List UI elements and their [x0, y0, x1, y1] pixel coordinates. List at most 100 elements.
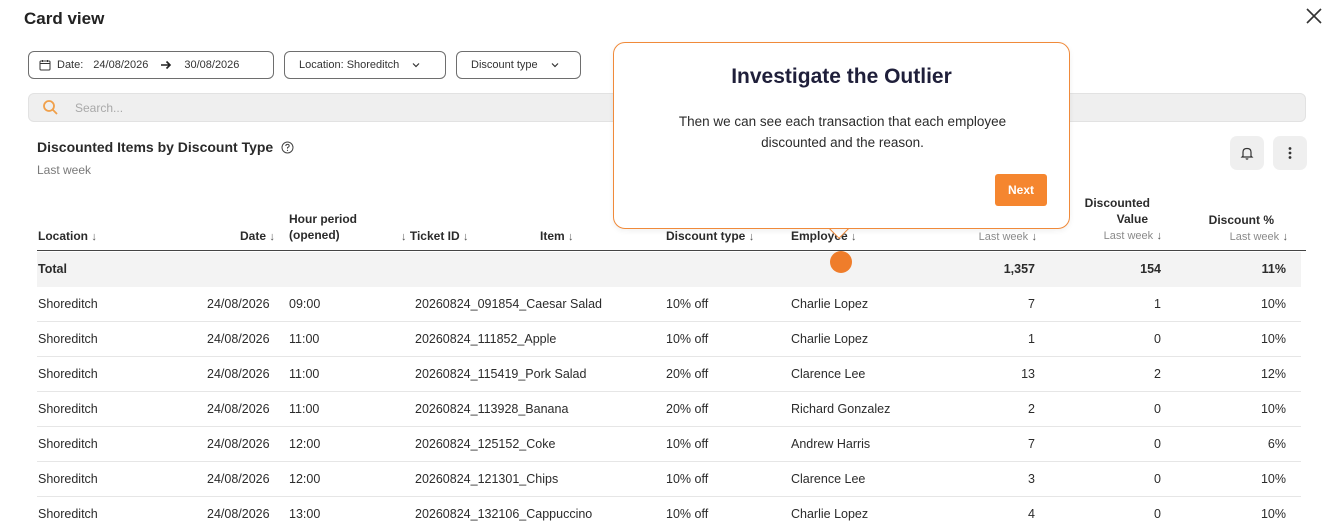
column-date-label: Date: [240, 229, 267, 243]
cell-date: 24/08/2026: [207, 297, 270, 311]
notification-button[interactable]: [1230, 136, 1264, 170]
discount-type-filter[interactable]: Discount type: [456, 51, 581, 79]
column-hour-period[interactable]: Hour period (opened): [289, 211, 357, 243]
table-row[interactable]: Shoreditch 24/08/2026 13:00 20260824_132106…: [37, 497, 1301, 522]
cell-employee: Andrew Harris: [791, 437, 871, 451]
cell-location: Shoreditch: [38, 402, 98, 416]
total-row: Total 1,357 154 11%: [37, 252, 1301, 287]
cell-pct: 10%: [1260, 332, 1286, 346]
cell-ticket-item: 20260824_132106_Cappuccino: [415, 507, 593, 521]
table-row[interactable]: Shoreditch 24/08/2026 12:00 20260824_121301…: [37, 462, 1301, 497]
location-filter[interactable]: Location: Shoreditch: [284, 51, 446, 79]
sort-arrow-icon: ↓: [91, 231, 97, 243]
cell-qty: 3: [1028, 472, 1035, 486]
cell-pct: 10%: [1260, 507, 1286, 521]
table-row[interactable]: Shoreditch 24/08/2026 11:00 20260824_111852…: [37, 322, 1301, 357]
cell-location: Shoreditch: [38, 297, 98, 311]
cell-discount: 10% off: [666, 472, 709, 486]
help-circle-icon[interactable]: [281, 141, 294, 154]
sort-arrow-icon: ↓: [748, 231, 755, 243]
cell-hour: 09:00: [289, 297, 321, 311]
column-item[interactable]: Item ↓: [540, 228, 574, 245]
cell-hour: 11:00: [289, 367, 320, 381]
date-filter[interactable]: Date: 24/08/2026 30/08/2026: [28, 51, 274, 79]
cell-employee: Clarence Lee: [791, 472, 866, 486]
more-options-button[interactable]: [1273, 136, 1307, 170]
tooltip-title: Investigate the Outlier: [731, 65, 952, 88]
cell-qty: 2: [1028, 402, 1035, 416]
column-hour-label-2: (opened): [289, 228, 340, 242]
table-row[interactable]: Shoreditch 24/08/2026 12:00 20260824_125152…: [37, 427, 1301, 462]
cell-value: 0: [1154, 472, 1161, 486]
header-divider: [37, 250, 1306, 251]
column-ticket-id[interactable]: ↓ Ticket ID ↓: [401, 228, 469, 245]
location-filter-label: Location: Shoreditch: [299, 59, 400, 71]
cell-date: 24/08/2026: [207, 472, 270, 486]
sort-arrow-icon: ↓: [463, 231, 469, 243]
cell-location: Shoreditch: [38, 332, 98, 346]
cell-value: 0: [1154, 332, 1161, 346]
column-date[interactable]: Date ↓: [240, 228, 275, 245]
date-to: 30/08/2026: [184, 59, 240, 71]
table-row[interactable]: Shoreditch 24/08/2026 11:00 20260824_113928…: [37, 392, 1301, 427]
card-title: Discounted Items by Discount Type: [37, 139, 274, 155]
tooltip-body: Then we can see each transaction that ea…: [678, 114, 1007, 150]
cell-ticket-item: 20260824_113928_Banana: [415, 402, 569, 416]
sort-arrow-icon: ↓: [1156, 230, 1163, 242]
cell-qty: 4: [1028, 507, 1035, 521]
cell-hour: 12:00: [289, 437, 321, 451]
sort-arrow-icon: ↓: [851, 231, 857, 243]
cell-employee: Clarence Lee: [791, 367, 866, 381]
sort-arrow-icon: ↓: [1282, 231, 1289, 243]
cell-employee: Charlie Lopez: [791, 297, 869, 311]
cell-location: Shoreditch: [38, 367, 98, 381]
cell-discount: 20% off: [666, 402, 709, 416]
column-pct-sub: Last week: [1229, 231, 1280, 243]
column-item-label: Item: [540, 229, 565, 243]
close-icon[interactable]: [1304, 6, 1324, 26]
onboarding-tooltip: Investigate the Outlier Then we can see …: [613, 42, 1070, 229]
column-pct-label: Discount %: [1208, 213, 1274, 227]
cell-value: 2: [1154, 367, 1161, 381]
cell-location: Shoreditch: [38, 437, 98, 451]
cell-hour: 11:00: [289, 402, 320, 416]
column-ticket-label: Ticket ID: [409, 229, 460, 243]
column-discount-type[interactable]: Discount type ↓: [666, 228, 754, 245]
cell-value: 0: [1154, 437, 1161, 451]
total-pct: 11%: [1261, 262, 1286, 276]
cell-employee: Richard Gonzalez: [791, 402, 891, 416]
cell-hour: 12:00: [289, 472, 321, 486]
chevron-down-icon: [551, 63, 559, 68]
arrow-right-icon: [161, 60, 172, 70]
cell-ticket-item: 20260824_111852_Apple: [415, 332, 557, 346]
column-qty[interactable]: Last week ↓: [950, 228, 1037, 245]
sort-arrow-icon: ↓: [269, 231, 275, 243]
cell-hour: 13:00: [289, 507, 321, 521]
table-row[interactable]: Shoreditch 24/08/2026 11:00 20260824_115419…: [37, 357, 1301, 392]
column-discount-pct[interactable]: Discount % Last week ↓: [1180, 212, 1288, 245]
card-subtitle: Last week: [37, 163, 92, 177]
cell-hour: 11:00: [289, 332, 320, 346]
column-location[interactable]: Location ↓: [38, 228, 97, 245]
card-title-wrap: Discounted Items by Discount Type: [37, 139, 294, 155]
page-title: Card view: [24, 9, 105, 28]
cell-ticket-item: 20260824_121301_Chips: [415, 472, 559, 486]
column-discount-type-label: Discount type: [666, 229, 746, 243]
cell-date: 24/08/2026: [207, 507, 270, 521]
cell-pct: 10%: [1260, 297, 1286, 311]
cell-ticket-item: 20260824_091854_Caesar Salad: [415, 297, 602, 311]
table-row[interactable]: Shoreditch 24/08/2026 09:00 20260824_091854…: [37, 287, 1301, 322]
calendar-icon: [39, 60, 51, 71]
cell-discount: 10% off: [666, 437, 709, 451]
sort-arrow-icon: ↓: [568, 231, 574, 243]
tour-hotspot-dot[interactable]: [830, 251, 852, 273]
total-qty: 1,357: [1003, 262, 1035, 276]
sort-arrow-icon: ↓: [1031, 231, 1038, 243]
cell-date: 24/08/2026: [207, 367, 270, 381]
search-input[interactable]: [75, 100, 475, 115]
cell-qty: 1: [1028, 332, 1035, 346]
column-qty-sub: Last week: [978, 231, 1029, 243]
column-location-label: Location: [38, 229, 88, 243]
search-icon: [43, 100, 58, 115]
next-button[interactable]: Next: [995, 174, 1047, 206]
